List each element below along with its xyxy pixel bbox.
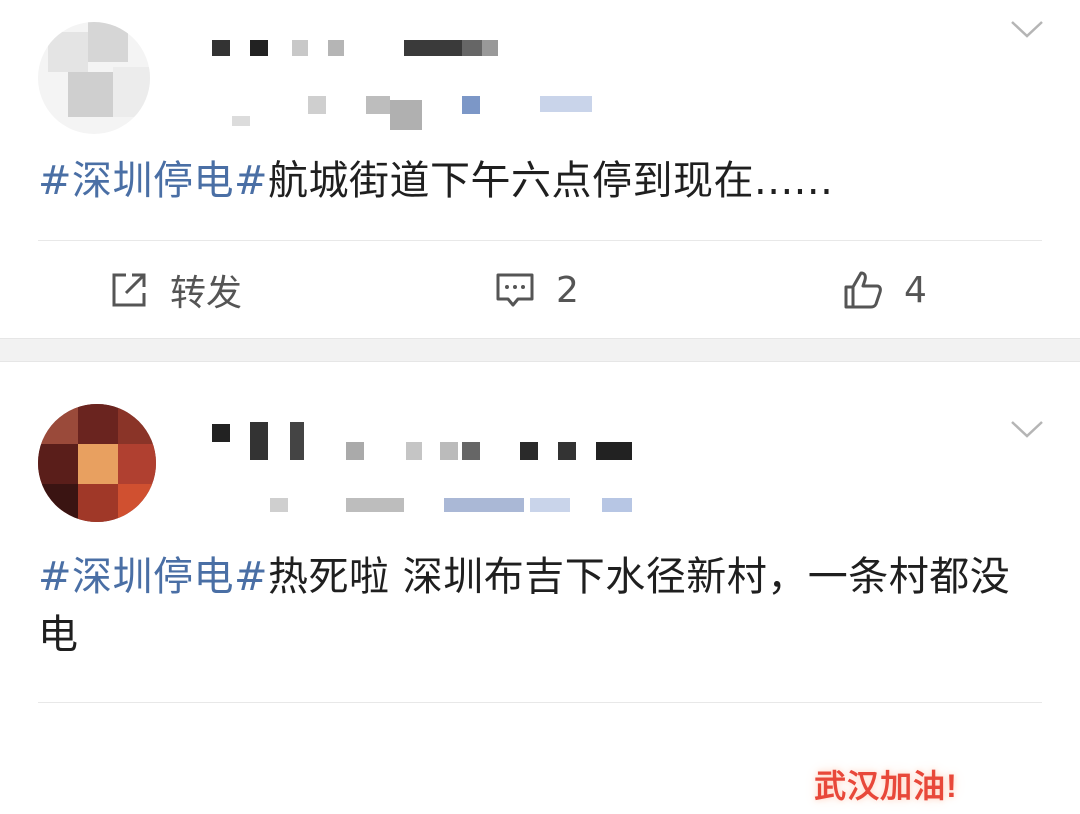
thumbs-up-icon bbox=[844, 271, 882, 309]
post-separator bbox=[0, 338, 1080, 362]
divider bbox=[38, 702, 1042, 703]
avatar[interactable] bbox=[38, 22, 150, 134]
wuhan-jiayou-badge: 武汉加油! bbox=[772, 754, 1000, 814]
weibo-post-1: #深圳停电#航城街道下午六点停到现在...... 转发 2 4 bbox=[0, 0, 1080, 338]
repost-label: 转发 bbox=[170, 273, 243, 314]
like-button[interactable]: 4 bbox=[842, 264, 927, 316]
badge-label: 武汉加油! bbox=[814, 768, 958, 804]
comment-button[interactable]: 2 bbox=[494, 264, 579, 316]
topic-tag-link[interactable]: #深圳停电# bbox=[38, 554, 268, 600]
repost-button[interactable]: 转发 bbox=[108, 264, 242, 316]
post-content: #深圳停电#航城街道下午六点停到现在...... bbox=[38, 152, 833, 210]
like-count: 4 bbox=[904, 269, 927, 311]
divider bbox=[38, 240, 1042, 241]
repost-icon bbox=[112, 273, 146, 307]
chevron-down-icon[interactable] bbox=[1010, 18, 1044, 40]
weibo-post-2: 武汉加油! #深圳停电#热死啦 深圳布吉下水径新村，一条村都没电 bbox=[0, 362, 1080, 804]
post-content: #深圳停电#热死啦 深圳布吉下水径新村，一条村都没电 bbox=[38, 548, 1048, 664]
avatar[interactable] bbox=[38, 404, 156, 522]
chevron-down-icon[interactable] bbox=[1010, 418, 1044, 440]
comment-icon bbox=[496, 273, 534, 307]
post-text: 航城街道下午六点停到现在...... bbox=[268, 158, 834, 204]
comment-count: 2 bbox=[556, 269, 579, 311]
topic-tag-link[interactable]: #深圳停电# bbox=[38, 158, 268, 204]
